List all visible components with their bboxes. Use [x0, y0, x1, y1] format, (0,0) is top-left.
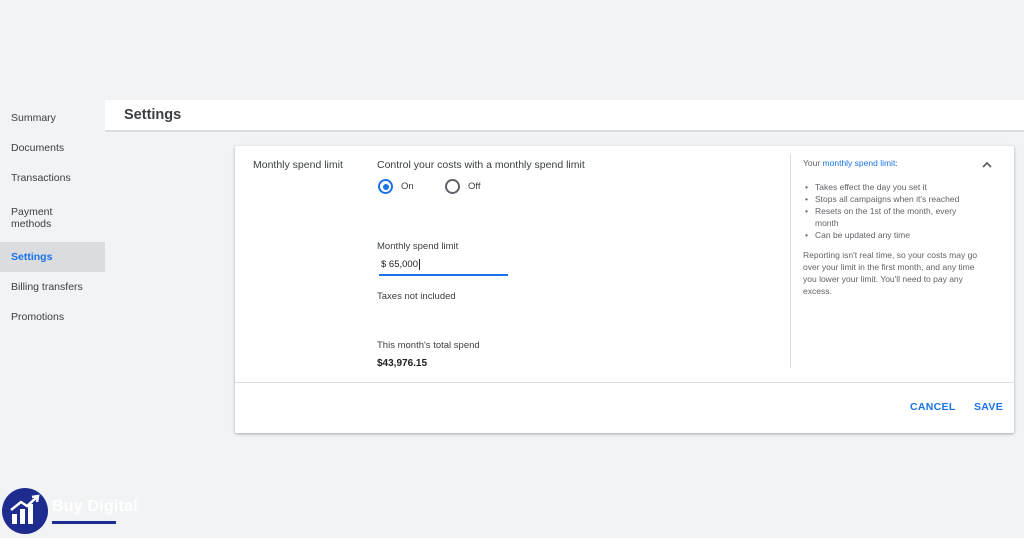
page-header: Settings: [105, 100, 1024, 132]
section-label: Monthly spend limit: [253, 159, 343, 171]
sidebar-item-label: Payment methods: [11, 205, 53, 230]
sidebar-item-label: Settings: [11, 251, 53, 263]
info-panel: Your monthly spend limit: Takes effect t…: [803, 157, 978, 297]
radio-off-label: Off: [468, 181, 481, 192]
control-title: Control your costs with a monthly spend …: [377, 159, 585, 171]
info-bullet: Resets on the 1st of the month, every mo…: [803, 205, 978, 229]
spend-limit-help-link[interactable]: monthly spend limit: [823, 158, 896, 168]
sidebar-item-payment-methods[interactable]: Payment methods: [0, 193, 105, 242]
total-spend-label: This month's total spend: [377, 340, 480, 351]
top-blank-area: [0, 0, 1024, 100]
sidebar-item-label: Promotions: [11, 311, 65, 323]
sidebar-item-label: Summary: [11, 112, 56, 124]
spend-limit-value: $ 65,000: [381, 259, 418, 270]
spend-limit-card: Monthly spend limit Control your costs w…: [235, 146, 1014, 433]
sidebar-item-transactions[interactable]: Transactions: [0, 163, 105, 193]
card-footer: CANCEL SAVE: [235, 382, 1014, 433]
radio-on[interactable]: [378, 179, 393, 194]
radio-on-option[interactable]: On: [378, 179, 414, 194]
sidebar-item-label: Transactions: [11, 172, 71, 184]
growth-chart-icon: [2, 488, 48, 534]
card-body: Monthly spend limit Control your costs w…: [235, 146, 1014, 382]
sidebar-item-promotions[interactable]: Promotions: [0, 302, 105, 332]
save-button[interactable]: SAVE: [974, 401, 1003, 413]
vertical-divider: [790, 154, 791, 368]
sidebar-item-label: Documents: [11, 142, 65, 154]
sidebar-item-summary[interactable]: Summary: [0, 103, 105, 133]
buy-digital-watermark: Buy Digital: [2, 488, 162, 536]
sidebar-item-settings[interactable]: Settings: [0, 242, 105, 272]
sidebar-item-billing-transfers[interactable]: Billing transfers: [0, 272, 105, 302]
sidebar-item-label: Billing transfers: [11, 281, 83, 293]
spend-limit-field-label: Monthly spend limit: [377, 241, 459, 252]
watermark-underline: [52, 521, 116, 524]
info-intro: Your monthly spend limit:: [803, 157, 978, 169]
info-note: Reporting isn't real time, so your costs…: [803, 250, 978, 296]
cancel-button[interactable]: CANCEL: [910, 401, 956, 413]
page-title: Settings: [124, 107, 182, 123]
info-bullet: Can be updated any time: [803, 229, 978, 241]
info-intro-prefix: Your: [803, 158, 823, 168]
info-bullet: Stops all campaigns when it's reached: [803, 193, 978, 205]
radio-off[interactable]: [445, 179, 460, 194]
spend-limit-input[interactable]: $ 65,000: [379, 255, 508, 276]
sidebar-nav: Summary Documents Transactions Payment m…: [0, 103, 105, 443]
radio-on-label: On: [401, 181, 414, 192]
sidebar-item-documents[interactable]: Documents: [0, 133, 105, 163]
watermark-text: Buy Digital: [52, 498, 138, 515]
info-bullets: Takes effect the day you set it Stops al…: [803, 181, 978, 241]
info-intro-suffix: :: [895, 158, 898, 168]
radio-off-option[interactable]: Off: [445, 179, 481, 194]
total-spend-value: $43,976.15: [377, 358, 428, 369]
text-caret: [418, 259, 420, 270]
taxes-note: Taxes not included: [377, 291, 456, 302]
chevron-up-icon[interactable]: [979, 157, 995, 173]
info-bullet: Takes effect the day you set it: [803, 181, 978, 193]
